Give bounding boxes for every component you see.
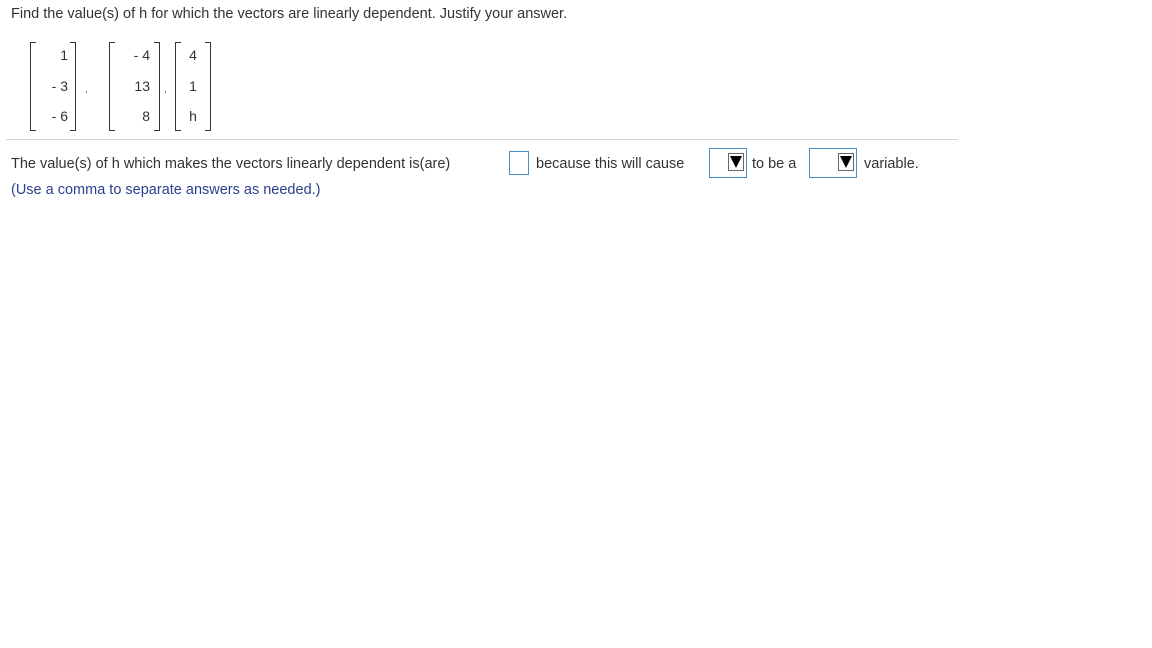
vector-3-entry-3: h — [189, 108, 197, 124]
vector-2-entry-2: 13 — [134, 78, 150, 94]
vector-1-entry-2: - 3 — [51, 78, 68, 94]
vector-1-entry-3: - 6 — [51, 108, 68, 124]
vector-3-entry-1: 4 — [189, 47, 197, 63]
answer-suffix-text: variable. — [864, 156, 919, 172]
answer-between-text: to be a — [752, 156, 797, 172]
vector-3: 4 1 h — [175, 42, 211, 131]
variable-type-dropdown[interactable] — [809, 148, 857, 178]
hint-text: (Use a comma to separate answers as need… — [11, 182, 321, 198]
question-text: Find the value(s) of h for which the vec… — [11, 6, 568, 22]
triangle-down-icon — [730, 156, 742, 168]
right-bracket — [154, 42, 160, 131]
answer-middle-text: because this will cause — [536, 156, 685, 172]
h-value-input[interactable] — [509, 151, 529, 175]
vector-2-entry-1: - 4 — [133, 47, 150, 63]
answer-prefix-text: The value(s) of h which makes the vector… — [11, 156, 451, 172]
vector-separator: , — [164, 84, 167, 95]
vector-1-entry-1: 1 — [60, 47, 68, 63]
vector-1: 1 - 3 - 6 — [30, 42, 76, 131]
triangle-down-icon — [840, 156, 852, 168]
vector-3-entry-2: 1 — [189, 78, 197, 94]
vector-2: - 4 13 8 — [109, 42, 160, 131]
right-bracket — [70, 42, 76, 131]
cause-dropdown[interactable] — [709, 148, 747, 178]
section-divider — [6, 139, 958, 140]
vector-separator: , — [85, 84, 88, 95]
vector-2-entry-3: 8 — [142, 108, 150, 124]
